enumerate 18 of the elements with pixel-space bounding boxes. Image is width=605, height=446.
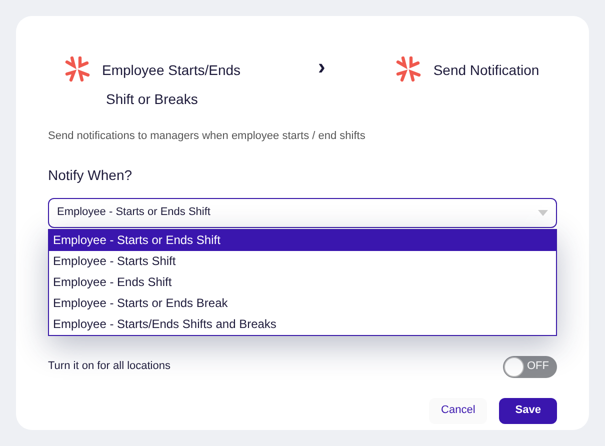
save-button[interactable]: Save — [499, 398, 557, 424]
toggle-label: Turn it on for all locations — [48, 359, 170, 374]
step-title: Employee Starts/Ends — [102, 61, 241, 80]
cancel-button[interactable]: Cancel — [429, 398, 488, 424]
dropdown-option[interactable]: Employee - Starts or Ends Break — [49, 292, 556, 314]
dropdown-option[interactable]: Employee - Starts or Ends Shift — [49, 230, 556, 250]
notify-select[interactable]: Employee - Starts or Ends Shift — [48, 198, 557, 228]
description-text: Send notifications to managers when employee starts / end shifts — [48, 129, 366, 144]
caret-icon — [538, 210, 548, 216]
burst-icon — [395, 56, 422, 82]
chevron-icon: › — [318, 56, 326, 78]
field-label: Notify When? — [48, 166, 134, 185]
step-title: Shift or Breaks — [106, 90, 199, 109]
step-title: Send Notification — [433, 61, 540, 80]
burst-icon — [64, 56, 90, 82]
dropdown-option[interactable]: Employee - Starts Shift — [49, 250, 556, 272]
dropdown-option[interactable]: Employee - Ends Shift — [49, 272, 556, 292]
dropdown-option[interactable]: Employee - Starts/Ends Shifts and Breaks — [49, 314, 556, 334]
